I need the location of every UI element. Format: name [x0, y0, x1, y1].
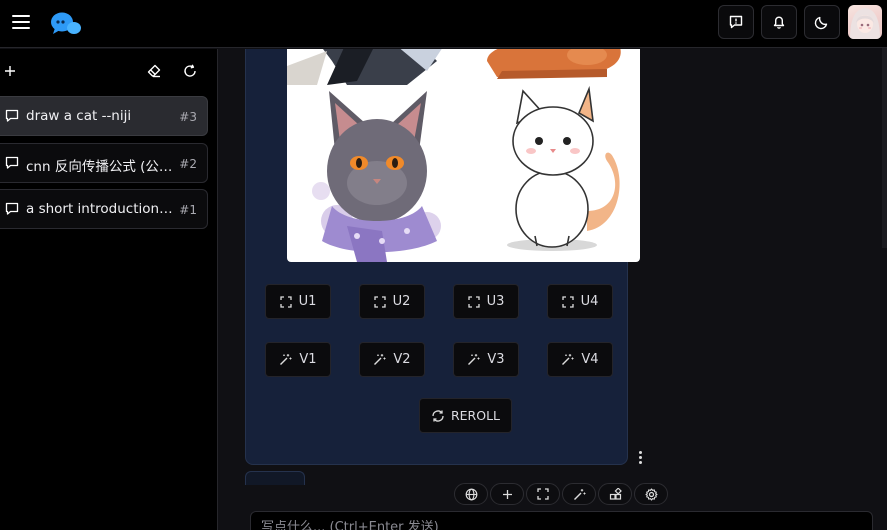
globe-icon [465, 488, 477, 500]
conversation-item[interactable]: cnn 反向传播公式 (公式表示) #2 [0, 143, 208, 183]
prompt-magic-button[interactable] [562, 483, 596, 505]
variation-button-3[interactable]: V3 [453, 342, 519, 377]
magic-wand-icon [573, 488, 585, 500]
variation-label: V3 [487, 352, 505, 367]
variation-button-4[interactable]: V4 [547, 342, 613, 377]
image-1-partial [287, 49, 442, 85]
maximize-icon [561, 295, 574, 308]
generated-image-grid[interactable] [287, 49, 640, 262]
add-attachment-button[interactable] [490, 483, 524, 505]
chat-bubble-icon [5, 156, 19, 169]
variation-button-2[interactable]: V2 [359, 342, 425, 377]
chat-bubble-icon [5, 109, 19, 122]
variation-label: V2 [393, 352, 411, 367]
conversation-title: cnn 反向传播公式 (公式表示) [26, 159, 176, 175]
upscale-button-3[interactable]: U3 [453, 284, 519, 319]
magic-wand-icon [468, 354, 480, 365]
theme-toggle-button[interactable] [804, 5, 840, 39]
maximize-icon [537, 488, 549, 500]
bell-icon [773, 16, 785, 29]
variation-label: V4 [581, 352, 599, 367]
conversation-index: #3 [179, 110, 197, 124]
upscale-label: U3 [486, 294, 505, 309]
assistant-message-bubble: U1 U2 U3 U4 V1 V2 V3 V4 REROLL [245, 49, 640, 465]
message-more-options-icon[interactable] [637, 450, 643, 464]
chat-main: U1 U2 U3 U4 V1 V2 V3 V4 REROLL 写点什么... (… [219, 49, 887, 530]
refresh-button[interactable] [180, 61, 200, 81]
conversation-index: #1 [179, 203, 197, 217]
conversation-title: a short introduction of AI [26, 201, 176, 217]
feedback-button[interactable] [718, 5, 754, 39]
image-4-white-cat [507, 85, 620, 251]
conversation-item[interactable]: a short introduction of AI #1 [0, 189, 208, 229]
conversation-title: draw a cat --niji [26, 108, 132, 124]
maximize-icon [467, 295, 480, 308]
upscale-label: U1 [298, 294, 317, 309]
message-alert-icon [729, 15, 743, 29]
fullscreen-button[interactable] [526, 483, 560, 505]
plugins-button[interactable] [598, 483, 632, 505]
magic-wand-icon [562, 354, 574, 365]
menu-icon[interactable] [12, 14, 30, 30]
page-scrollbar[interactable] [882, 48, 887, 248]
upscale-button-1[interactable]: U1 [265, 284, 331, 319]
gear-icon [644, 487, 658, 501]
reroll-button[interactable]: REROLL [419, 398, 512, 433]
notifications-button[interactable] [761, 5, 797, 39]
upscale-label: U4 [580, 294, 599, 309]
maximize-icon [279, 295, 292, 308]
message-input[interactable] [261, 520, 861, 530]
reroll-icon [432, 409, 444, 422]
user-avatar[interactable] [848, 5, 882, 39]
next-message-stub [245, 471, 305, 485]
app-logo-icon [51, 12, 81, 34]
upscale-button-4[interactable]: U4 [547, 284, 613, 319]
eraser-icon [147, 64, 161, 78]
magic-wand-icon [280, 354, 292, 365]
moon-icon [814, 16, 828, 30]
settings-button[interactable] [634, 483, 668, 505]
new-chat-button[interactable] [0, 61, 20, 81]
sidebar: draw a cat --niji #3 cnn 反向传播公式 (公式表示) #… [0, 49, 218, 530]
plus-icon [5, 66, 15, 76]
refresh-icon [184, 64, 196, 77]
message-composer [250, 511, 873, 530]
plus-icon [502, 489, 512, 499]
chat-bubble-icon [5, 202, 19, 215]
upscale-button-2[interactable]: U2 [359, 284, 425, 319]
avatar-image [850, 8, 880, 39]
magic-wand-icon [374, 354, 386, 365]
upscale-label: U2 [392, 294, 411, 309]
image-3-grey-cat [312, 91, 441, 262]
conversation-index: #2 [179, 157, 197, 171]
clear-history-button[interactable] [144, 61, 164, 81]
variation-label: V1 [299, 352, 317, 367]
top-header [0, 0, 887, 48]
web-search-toggle[interactable] [454, 483, 488, 505]
image-2-partial [487, 49, 621, 79]
maximize-icon [373, 295, 386, 308]
conversation-item[interactable]: draw a cat --niji #3 [0, 96, 208, 136]
reroll-label: REROLL [450, 408, 501, 423]
grid-shapes-icon [609, 487, 622, 500]
variation-button-1[interactable]: V1 [265, 342, 331, 377]
